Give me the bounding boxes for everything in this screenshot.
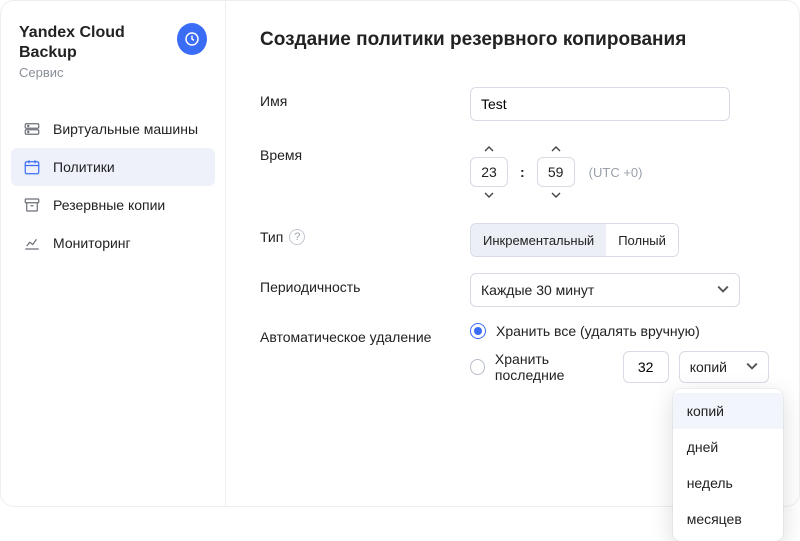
name-input[interactable]: [470, 87, 730, 121]
hours-stepper: 23: [470, 141, 508, 203]
label-retention: Автоматическое удаление: [260, 323, 470, 345]
app-window: Yandex Cloud Backup Сервис Виртуальные м…: [0, 0, 800, 507]
main-content: Создание политики резервного копирования…: [226, 1, 799, 506]
hours-up-button[interactable]: [473, 141, 505, 157]
sidebar-item-label: Виртуальные машины: [53, 121, 198, 137]
type-option-incremental[interactable]: Инкрементальный: [471, 224, 606, 256]
dropdown-item[interactable]: копий: [673, 393, 783, 429]
page-title: Создание политики резервного копирования: [260, 29, 769, 51]
time-separator: :: [518, 164, 527, 180]
minutes-up-button[interactable]: [540, 141, 572, 157]
sidebar-item-backups[interactable]: Резервные копии: [11, 186, 215, 224]
service-logo-icon: [177, 23, 207, 55]
chevron-down-icon: [717, 282, 729, 298]
dropdown-item[interactable]: месяцев: [673, 501, 783, 537]
retention-option-all[interactable]: Хранить все (удалять вручную): [470, 323, 769, 339]
calendar-icon: [23, 158, 41, 176]
minutes-value[interactable]: 59: [537, 157, 575, 187]
label-name: Имя: [260, 87, 470, 109]
retention-unit-dropdown: копий дней недель месяцев: [673, 389, 783, 541]
timezone-label: (UTC +0): [589, 165, 643, 180]
field-name: Имя: [260, 87, 769, 121]
chart-line-icon: [23, 234, 41, 252]
dropdown-item[interactable]: дней: [673, 429, 783, 465]
minutes-stepper: 59: [537, 141, 575, 203]
periodicity-select[interactable]: Каждые 30 минут: [470, 273, 740, 307]
field-retention: Автоматическое удаление Хранить все (уда…: [260, 323, 769, 395]
retention-unit-select[interactable]: копий: [679, 351, 769, 383]
label-periodicity: Периодичность: [260, 273, 470, 295]
retention-unit-value: копий: [690, 359, 727, 375]
sidebar-header: Yandex Cloud Backup Сервис: [11, 23, 215, 96]
label-time: Время: [260, 141, 470, 163]
field-type: Тип ? Инкрементальный Полный: [260, 223, 769, 257]
type-segmented: Инкрементальный Полный: [470, 223, 679, 257]
service-heading: Yandex Cloud Backup Сервис: [19, 23, 177, 80]
sidebar: Yandex Cloud Backup Сервис Виртуальные м…: [1, 1, 226, 506]
field-periodicity: Периодичность Каждые 30 минут: [260, 273, 769, 307]
dropdown-item[interactable]: недель: [673, 465, 783, 501]
archive-icon: [23, 196, 41, 214]
time-picker: 23 : 59 (UTC +0): [470, 141, 642, 203]
hours-down-button[interactable]: [473, 187, 505, 203]
retention-option-last[interactable]: Хранить последние копий: [470, 351, 769, 383]
retention-count-input[interactable]: [623, 351, 669, 383]
service-name: Yandex Cloud Backup: [19, 23, 177, 63]
sidebar-item-policies[interactable]: Политики: [11, 148, 215, 186]
sidebar-item-label: Политики: [53, 159, 115, 175]
type-option-full[interactable]: Полный: [606, 224, 678, 256]
field-time: Время 23 : 59 (UTC +0): [260, 141, 769, 203]
minutes-down-button[interactable]: [540, 187, 572, 203]
chevron-down-icon: [746, 359, 758, 375]
sidebar-item-monitoring[interactable]: Мониторинг: [11, 224, 215, 262]
sidebar-nav: Виртуальные машины Политики Резервные ко…: [11, 110, 215, 262]
server-icon: [23, 120, 41, 138]
radio-icon: [470, 359, 485, 375]
help-icon[interactable]: ?: [289, 229, 305, 245]
hours-value[interactable]: 23: [470, 157, 508, 187]
radio-icon: [470, 323, 486, 339]
sidebar-item-vms[interactable]: Виртуальные машины: [11, 110, 215, 148]
sidebar-item-label: Мониторинг: [53, 235, 131, 251]
retention-last-label: Хранить последние: [495, 351, 613, 383]
label-type: Тип ?: [260, 223, 470, 245]
periodicity-value: Каждые 30 минут: [481, 282, 594, 298]
service-subtitle: Сервис: [19, 65, 177, 80]
retention-all-label: Хранить все (удалять вручную): [496, 323, 700, 339]
sidebar-item-label: Резервные копии: [53, 197, 165, 213]
